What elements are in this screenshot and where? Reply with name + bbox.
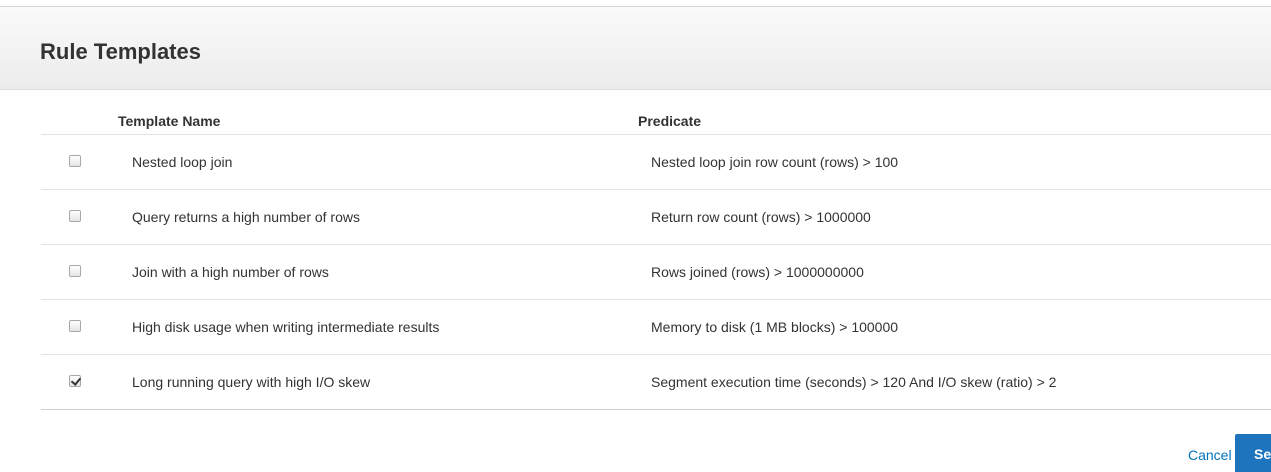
predicate-cell: Rows joined (rows) > 1000000000: [651, 264, 864, 280]
cancel-button[interactable]: Cancel: [1188, 447, 1232, 463]
modal-title: Rule Templates: [40, 39, 201, 64]
rule-templates-table: Template Name Predicate Nested loop join…: [41, 103, 1271, 410]
table-row[interactable]: High disk usage when writing intermediat…: [41, 300, 1271, 355]
template-name-cell: High disk usage when writing intermediat…: [132, 319, 440, 335]
row-checkbox[interactable]: [69, 210, 81, 222]
predicate-cell: Memory to disk (1 MB blocks) > 100000: [651, 319, 899, 335]
row-checkbox[interactable]: [69, 320, 81, 332]
table-row[interactable]: Join with a high number of rows Rows joi…: [41, 245, 1271, 300]
row-checkbox[interactable]: [69, 155, 81, 167]
row-checkbox[interactable]: [69, 265, 81, 277]
template-name-cell: Query returns a high number of rows: [132, 209, 360, 225]
modal-header: Rule Templates: [0, 7, 1271, 90]
template-name-cell: Long running query with high I/O skew: [132, 374, 371, 390]
predicate-cell: Nested loop join row count (rows) > 100: [651, 154, 899, 170]
column-header-predicate: Predicate: [638, 113, 702, 129]
table-row[interactable]: Nested loop join Nested loop join row co…: [41, 135, 1271, 190]
table-header: Template Name Predicate: [41, 103, 1271, 135]
template-name-cell: Nested loop join: [132, 154, 233, 170]
table-row[interactable]: Long running query with high I/O skew Se…: [41, 355, 1271, 410]
column-header-template-name: Template Name: [118, 113, 221, 129]
save-button-label: Se: [1254, 446, 1271, 462]
save-button[interactable]: Se: [1235, 434, 1271, 472]
predicate-cell: Return row count (rows) > 1000000: [651, 209, 871, 225]
template-name-cell: Join with a high number of rows: [132, 264, 329, 280]
predicate-cell: Segment execution time (seconds) > 120 A…: [651, 374, 1057, 390]
row-checkbox[interactable]: [69, 375, 81, 387]
table-row[interactable]: Query returns a high number of rows Retu…: [41, 190, 1271, 245]
